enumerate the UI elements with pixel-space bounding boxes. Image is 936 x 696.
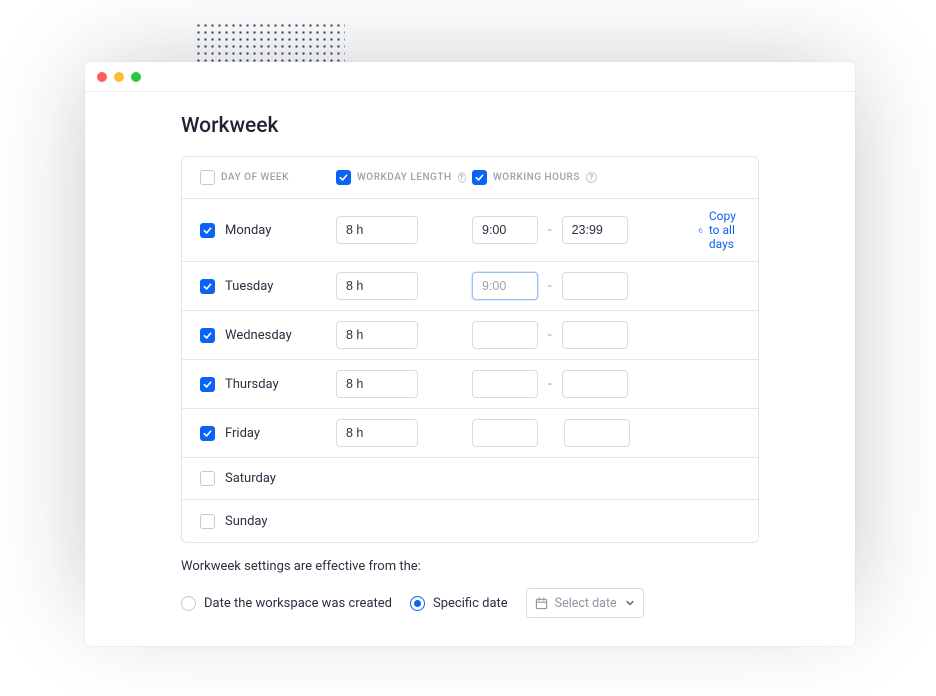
working-hours-cell: - (472, 370, 692, 398)
table-row: Saturday (182, 458, 758, 500)
end-time-input[interactable] (562, 321, 628, 349)
day-name: Sunday (225, 514, 268, 529)
workday-length-input[interactable] (336, 370, 418, 398)
radio-icon (181, 596, 196, 611)
time-range-dash: - (548, 279, 552, 294)
day-cell: Wednesday (200, 328, 330, 343)
working-hours-checkbox[interactable] (472, 170, 487, 185)
day-checkbox[interactable] (200, 377, 215, 392)
day-cell: Tuesday (200, 279, 330, 294)
col-workday-length: WORKDAY LENGTH ? (336, 170, 466, 185)
radio-specific-date[interactable]: Specific date (410, 596, 508, 611)
time-range-dash: - (548, 377, 552, 392)
col-working-hours: WORKING HOURS ? (472, 170, 692, 185)
help-icon[interactable]: ? (586, 172, 597, 183)
workday-length-input[interactable] (336, 321, 418, 349)
effective-from-options: Date the workspace was created Specific … (181, 588, 759, 618)
col-day-of-week: DAY OF WEEK (200, 170, 330, 185)
end-time-input[interactable] (562, 272, 628, 300)
date-select-placeholder: Select date (555, 596, 617, 611)
working-hours-cell: - (472, 321, 692, 349)
day-checkbox[interactable] (200, 514, 215, 529)
app-window: Workweek DAY OF WEEK WORKDAY LENGTH ? (85, 62, 855, 646)
working-hours-cell: - (472, 272, 692, 300)
day-cell: Thursday (200, 377, 330, 392)
table-row: Wednesday - (182, 311, 758, 360)
table-header-row: DAY OF WEEK WORKDAY LENGTH ? WORKING HOU… (182, 157, 758, 199)
working-hours-cell (472, 419, 692, 447)
table-row: Friday (182, 409, 758, 458)
table-row: Thursday - (182, 360, 758, 409)
day-name: Monday (225, 223, 271, 238)
day-cell: Monday (200, 223, 330, 238)
window-titlebar (85, 62, 855, 92)
day-cell: Friday (200, 426, 330, 441)
radio-created-label: Date the workspace was created (204, 596, 392, 611)
effective-from-label: Workweek settings are effective from the… (181, 559, 759, 574)
radio-date-created[interactable]: Date the workspace was created (181, 596, 392, 611)
time-range-dash: - (548, 328, 552, 343)
col-length-label: WORKDAY LENGTH (357, 172, 452, 183)
day-checkbox[interactable] (200, 471, 215, 486)
day-name: Wednesday (225, 328, 292, 343)
day-cell: Sunday (200, 514, 330, 529)
workday-length-input[interactable] (336, 272, 418, 300)
day-checkbox[interactable] (200, 279, 215, 294)
day-checkbox[interactable] (200, 426, 215, 441)
day-name: Thursday (225, 377, 279, 392)
day-name: Tuesday (225, 279, 273, 294)
end-time-input[interactable] (562, 370, 628, 398)
workday-length-input[interactable] (336, 216, 418, 244)
select-all-days-checkbox[interactable] (200, 170, 215, 185)
time-range-dash: - (548, 223, 552, 238)
day-name: Friday (225, 426, 260, 441)
copy-link-label: Copy to all days (709, 209, 743, 251)
minimize-icon[interactable] (114, 72, 124, 82)
page-title: Workweek (181, 114, 759, 138)
table-row: Sunday (182, 500, 758, 542)
content-area: Workweek DAY OF WEEK WORKDAY LENGTH ? (85, 92, 855, 646)
copy-to-all-days-link[interactable]: Copy to all days (698, 209, 743, 251)
copy-icon (698, 224, 703, 237)
table-row: Tuesday - (182, 262, 758, 311)
col-day-label: DAY OF WEEK (221, 172, 289, 183)
end-time-input[interactable] (564, 419, 630, 447)
start-time-input[interactable] (472, 321, 538, 349)
radio-icon (410, 596, 425, 611)
table-row: Monday - Copy to all days (182, 199, 758, 262)
workweek-table: DAY OF WEEK WORKDAY LENGTH ? WORKING HOU… (181, 156, 759, 543)
start-time-input[interactable] (472, 272, 538, 300)
workday-length-checkbox[interactable] (336, 170, 351, 185)
close-icon[interactable] (97, 72, 107, 82)
col-hours-label: WORKING HOURS (493, 172, 580, 183)
day-name: Saturday (225, 471, 276, 486)
zoom-icon[interactable] (131, 72, 141, 82)
working-hours-cell: - (472, 216, 692, 244)
start-time-input[interactable] (472, 370, 538, 398)
workday-length-input[interactable] (336, 419, 418, 447)
radio-specific-label: Specific date (433, 596, 508, 611)
chevron-down-icon (625, 598, 635, 608)
day-checkbox[interactable] (200, 328, 215, 343)
day-checkbox[interactable] (200, 223, 215, 238)
date-select[interactable]: Select date (526, 588, 644, 618)
start-time-input[interactable] (472, 216, 538, 244)
day-cell: Saturday (200, 471, 330, 486)
calendar-icon (535, 597, 548, 610)
end-time-input[interactable] (562, 216, 628, 244)
start-time-input[interactable] (472, 419, 538, 447)
help-icon[interactable]: ? (458, 172, 466, 183)
